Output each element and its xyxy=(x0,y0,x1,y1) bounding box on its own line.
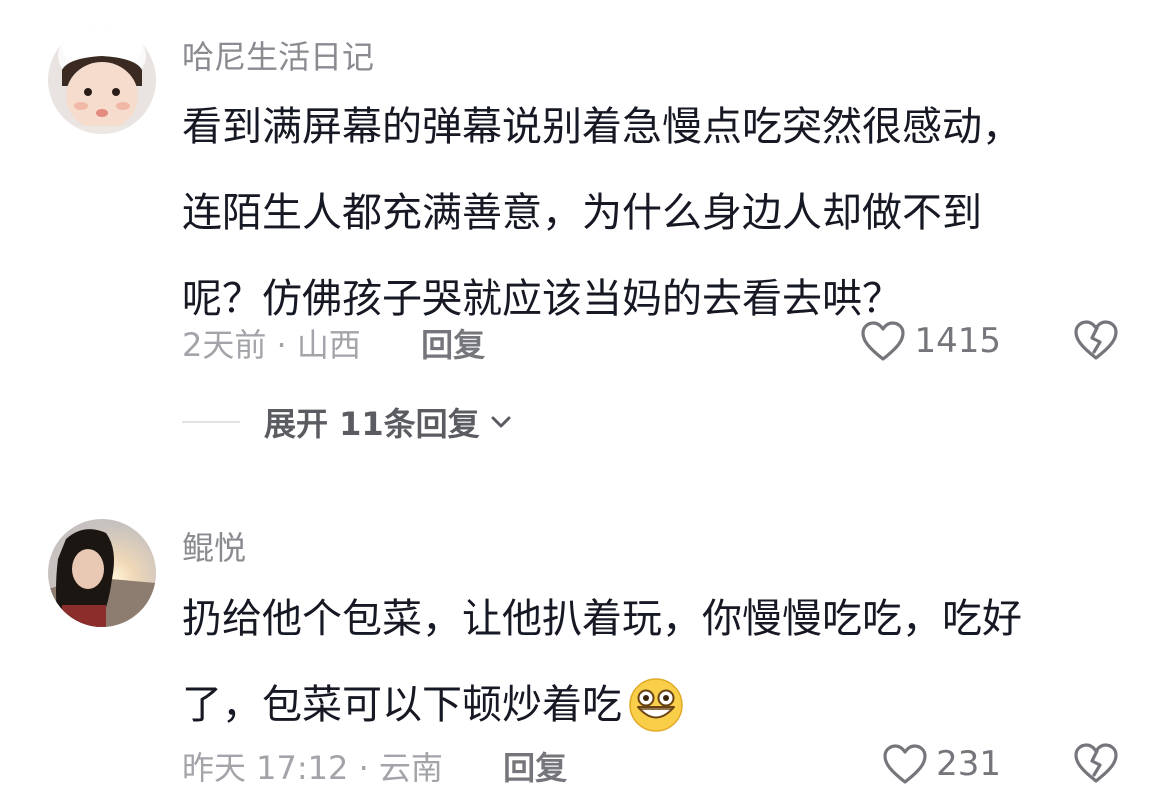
avatar[interactable] xyxy=(48,519,156,627)
comment-username[interactable]: 哈尼生活日记 xyxy=(182,32,374,78)
expand-replies-label[interactable]: 展开 11条回复 xyxy=(264,399,480,445)
grinning-face-emoji xyxy=(629,678,683,732)
comment-text: 看到满屏幕的弹幕说别着急慢点吃突然很感动， 连陌生人都充满善意，为什么身边人却做… xyxy=(182,84,1122,342)
comment-meta-row: 2天前 · 山西 回复 1415 xyxy=(182,316,1119,366)
comment-item: 哈尼生活日记 看到满屏幕的弹幕说别着急慢点吃突然很感动， 连陌生人都充满善意，为… xyxy=(0,0,1169,480)
comment-time-location: 昨天 17:12 · 云南 xyxy=(182,749,443,787)
avatar[interactable] xyxy=(48,26,156,134)
comment-meta: 昨天 17:12 · 云南 回复 xyxy=(182,743,567,789)
expand-replies-button[interactable]: 展开 11条回复 xyxy=(264,399,514,445)
reply-button[interactable]: 回复 xyxy=(421,320,485,366)
broken-heart-outline-icon[interactable] xyxy=(1073,741,1119,785)
comment-text: 扔给他个包菜，让他扒着玩，你慢慢吃吃，吃好 了，包菜可以下顿炒着吃 xyxy=(182,576,1122,748)
comment-text-line: 连陌生人都充满善意，为什么身边人却做不到 xyxy=(182,190,982,236)
like-count: 1415 xyxy=(914,321,1001,361)
chevron-down-icon[interactable] xyxy=(488,413,514,431)
comment-meta: 2天前 · 山西 回复 xyxy=(182,320,485,366)
comment-text-line: 了，包菜可以下顿炒着吃 xyxy=(182,662,1122,748)
comment-text-line: 扔给他个包菜，让他扒着玩，你慢慢吃吃，吃好 xyxy=(182,596,1022,642)
expand-replies-row: 展开 11条回复 xyxy=(182,400,514,444)
comment-text-fragment: 了，包菜可以下顿炒着吃 xyxy=(182,682,622,728)
broken-heart-outline-icon[interactable] xyxy=(1073,318,1119,362)
heart-outline-icon[interactable] xyxy=(882,743,928,785)
like-count: 231 xyxy=(936,744,1001,784)
like-button[interactable]: 1415 xyxy=(860,316,1001,366)
heart-outline-icon[interactable] xyxy=(860,320,906,362)
divider xyxy=(182,421,240,423)
comment-text-line: 看到满屏幕的弹幕说别着急慢点吃突然很感动， xyxy=(182,104,1022,150)
like-button[interactable]: 231 xyxy=(882,739,1001,789)
comment-meta-row: 昨天 17:12 · 云南 回复 231 xyxy=(182,739,1119,789)
comment-time-location: 2天前 · 山西 xyxy=(182,326,361,364)
comment-item: 鲲悦 扔给他个包菜，让他扒着玩，你慢慢吃吃，吃好 了，包菜可以下顿炒着吃 昨天 … xyxy=(0,505,1169,801)
reply-button[interactable]: 回复 xyxy=(503,743,567,789)
comment-username[interactable]: 鲲悦 xyxy=(182,523,246,569)
